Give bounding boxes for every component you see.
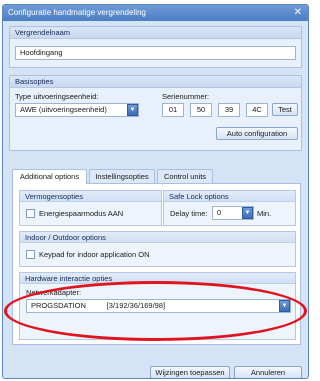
lock-name-input[interactable]: Hoofdingang xyxy=(15,46,296,60)
tab-instellingsopties[interactable]: Instellingsopties xyxy=(89,169,155,183)
network-adapter-label: Netwerkadapter: xyxy=(26,288,82,297)
indoor-outdoor-group: Indoor / Outdoor options Keypad for indo… xyxy=(19,231,296,267)
lock-name-header: Vergrendelnaam xyxy=(10,27,301,39)
unit-type-select[interactable]: AWE (uitvoeringseenheid) xyxy=(15,103,139,117)
serial-part-3[interactable]: 39 xyxy=(218,103,240,117)
tab-additional-options[interactable]: Additional options xyxy=(12,169,87,184)
title-bar: Configuratie handmatige vergrendeling ✕ xyxy=(3,5,308,21)
power-options-header: Vermogensopties xyxy=(20,191,161,202)
indoor-outdoor-header: Indoor / Outdoor options xyxy=(20,232,295,243)
cancel-button[interactable]: Annuleren xyxy=(234,366,302,378)
auto-configuration-button[interactable]: Auto configuration xyxy=(216,127,298,140)
delay-time-dropdown-icon[interactable]: ▼ xyxy=(242,207,253,219)
energy-saving-checkbox[interactable] xyxy=(26,209,35,218)
serial-label: Serienummer: xyxy=(162,92,210,101)
close-icon[interactable]: ✕ xyxy=(294,5,302,21)
network-adapter-select[interactable]: PROGSDATION [3/192/36/169/98] xyxy=(26,299,291,313)
lock-name-group: Vergrendelnaam Hoofdingang xyxy=(9,26,302,68)
serial-part-1[interactable]: 01 xyxy=(162,103,184,117)
config-window: Configuratie handmatige vergrendeling ✕ … xyxy=(2,4,309,379)
basic-options-group: Basisopties Type uitvoeringseenheid: AWE… xyxy=(9,75,302,151)
keypad-indoor-label: Keypad for indoor application ON xyxy=(39,250,150,259)
network-adapter-dropdown-icon[interactable]: ▼ xyxy=(279,300,290,312)
unit-type-label: Type uitvoeringseenheid: xyxy=(15,92,99,101)
delay-unit-label: Min. xyxy=(257,209,272,218)
safe-lock-group: Safe Lock options Delay time: 0 ▼ Min. xyxy=(163,190,296,226)
serial-part-2[interactable]: 50 xyxy=(190,103,212,117)
power-options-group: Vermogensopties Energiespaarmodus AAN xyxy=(19,190,162,226)
energy-saving-label: Energiespaarmodus AAN xyxy=(39,209,124,218)
tab-control-units[interactable]: Control units xyxy=(157,169,213,183)
test-button[interactable]: Test xyxy=(272,103,298,116)
serial-part-4[interactable]: 4C xyxy=(246,103,268,117)
hardware-interaction-group: Hardware interactie opties Netwerkadapte… xyxy=(19,272,296,340)
unit-type-dropdown-icon[interactable]: ▼ xyxy=(127,104,138,116)
additional-options-panel: Vermogensopties Energiespaarmodus AAN Sa… xyxy=(12,183,301,345)
delay-time-label: Delay time: xyxy=(170,209,208,218)
apply-changes-button[interactable]: Wijzingen toepassen xyxy=(150,366,230,378)
safe-lock-header: Safe Lock options xyxy=(164,191,295,202)
basic-options-header: Basisopties xyxy=(10,76,301,88)
hardware-interaction-header: Hardware interactie opties xyxy=(20,273,295,284)
window-title: Configuratie handmatige vergrendeling xyxy=(8,8,146,17)
keypad-indoor-checkbox[interactable] xyxy=(26,250,35,259)
